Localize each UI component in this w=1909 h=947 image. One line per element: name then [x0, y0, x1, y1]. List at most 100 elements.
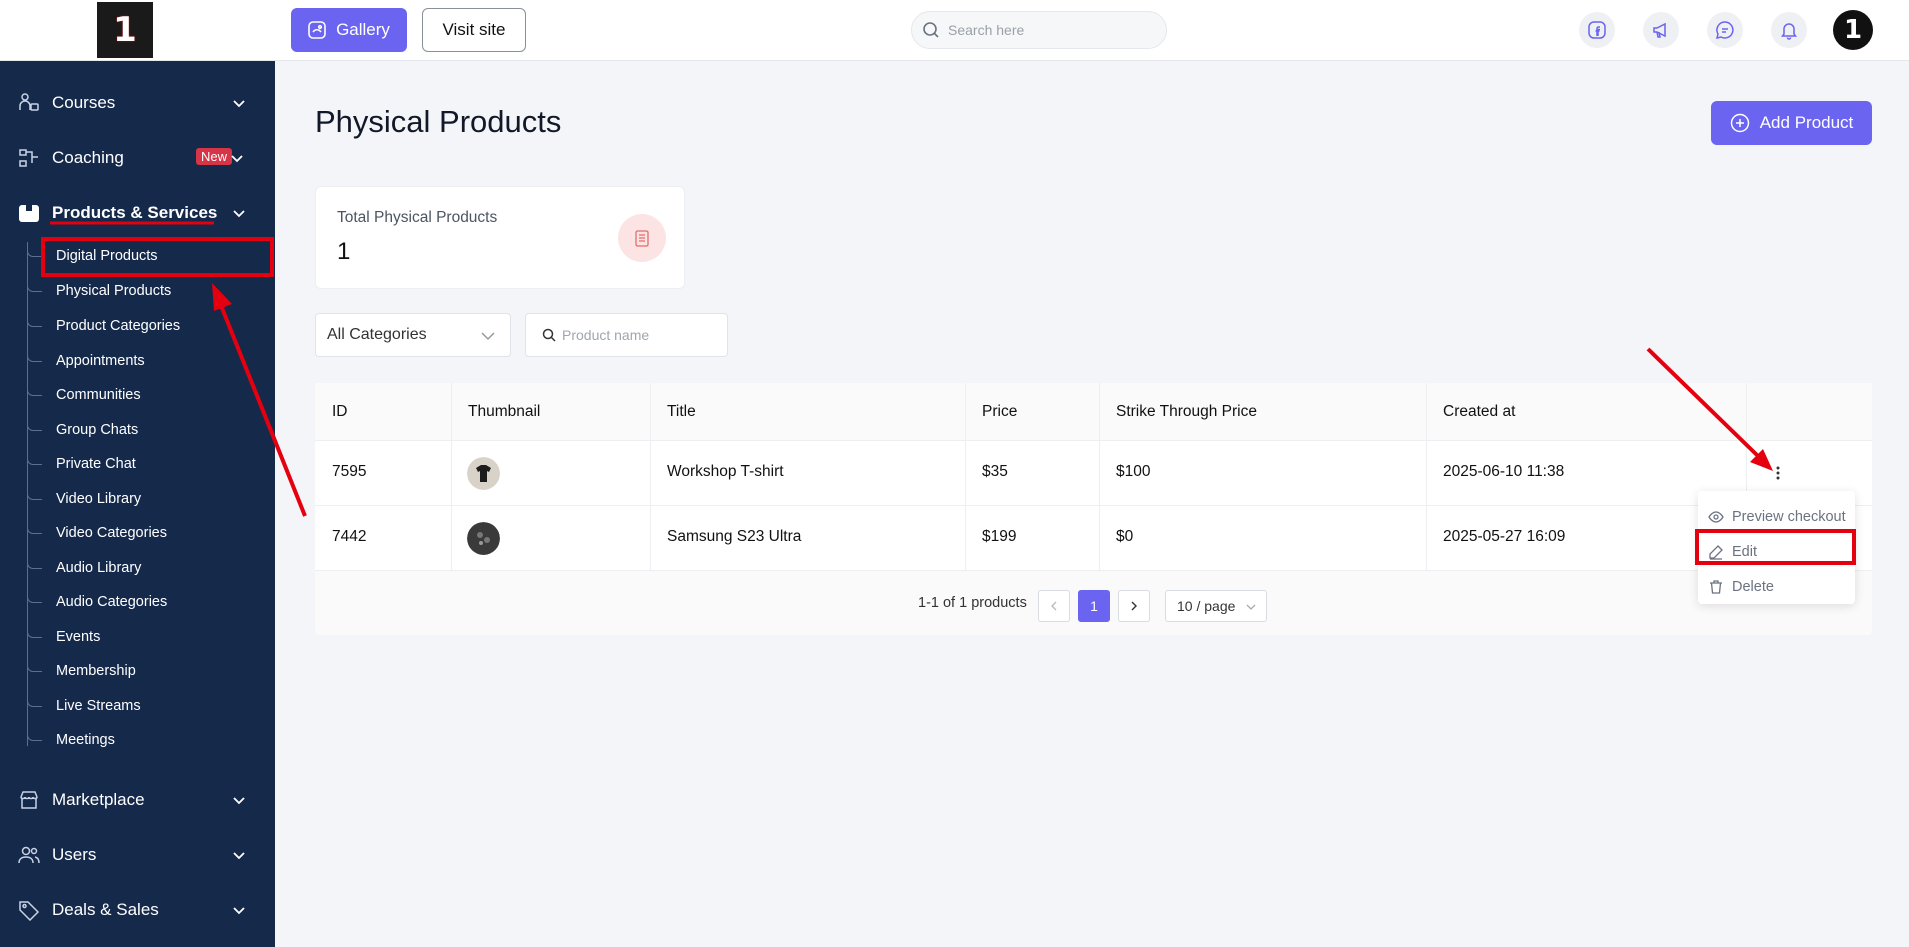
cell-title: Workshop T-shirt [667, 463, 784, 480]
table-row[interactable]: 7442 Samsung S23 Ultra $199 $0 2025-05-2… [315, 506, 1872, 571]
sidebar-subitem-product-categories[interactable]: Product Categories [26, 314, 180, 338]
gallery-icon [308, 21, 326, 39]
category-select-value: All Categories [327, 326, 427, 343]
sidebar-item-deals-sales[interactable]: Deals & Sales [0, 890, 275, 930]
sidebar-item-courses[interactable]: Courses [0, 83, 275, 123]
sidebar: 1 Courses Coaching New Products & Servic… [0, 0, 275, 947]
prev-page-button[interactable] [1038, 590, 1070, 622]
gallery-label: Gallery [336, 20, 390, 39]
row-actions-button[interactable] [1774, 463, 1782, 483]
sidebar-subitem-membership[interactable]: Membership [27, 659, 136, 683]
cell-title: Samsung S23 Ultra [667, 528, 802, 545]
gallery-button[interactable]: Gallery [291, 8, 407, 52]
visit-site-label: Visit site [442, 20, 506, 39]
table-row[interactable]: 7595 Workshop T-shirt $35 $100 2025-06-1… [315, 441, 1872, 506]
product-name-input[interactable] [562, 327, 722, 343]
cell-created-at: 2025-05-27 16:09 [1443, 528, 1566, 545]
menu-item-label: Delete [1732, 579, 1774, 595]
menu-item-edit[interactable]: Edit [1708, 540, 1757, 564]
add-product-button[interactable]: Add Product [1711, 101, 1872, 145]
page-size-select[interactable]: 10 / page [1165, 590, 1267, 622]
sidebar-subitem-live-streams[interactable]: Live Streams [27, 694, 141, 718]
avatar[interactable]: 1 [1833, 10, 1873, 50]
box-icon [18, 202, 40, 224]
page-title: Physical Products [315, 104, 562, 139]
sidebar-subitem-appointments[interactable]: Appointments [27, 349, 145, 373]
header-thumbnail: Thumbnail [468, 403, 541, 420]
tshirt-thumbnail-image [467, 457, 500, 490]
row-actions-menu: Preview checkout Edit Delete [1698, 491, 1855, 604]
sidebar-subitem-video-categories[interactable]: Video Categories [27, 521, 167, 545]
sidebar-subitem-digital-products[interactable]: Digital Products [27, 244, 158, 268]
search-icon [542, 328, 556, 342]
next-page-button[interactable] [1118, 590, 1150, 622]
visit-site-button[interactable]: Visit site [422, 8, 526, 52]
chevron-down-icon [231, 155, 243, 163]
pagination-summary: 1-1 of 1 products [918, 595, 1027, 611]
product-thumbnail [467, 457, 500, 490]
sidebar-subitem-communities[interactable]: Communities [27, 383, 141, 407]
logo-area: 1 [0, 0, 275, 61]
sidebar-subitem-events[interactable]: Events [26, 625, 100, 649]
header-created-at: Created at [1443, 403, 1516, 420]
cell-price: $199 [982, 528, 1017, 545]
chevron-down-icon [233, 100, 245, 108]
page-size-value: 10 / page [1177, 598, 1236, 614]
sidebar-item-label: Deals & Sales [52, 900, 159, 919]
phone-thumbnail-image [467, 522, 500, 555]
courses-icon [18, 92, 40, 114]
clipboard-icon [635, 230, 649, 247]
chevron-down-icon [481, 332, 495, 341]
notifications-button[interactable] [1771, 12, 1807, 48]
stat-icon-wrap [618, 214, 666, 262]
products-table: ID Thumbnail Title Price Strike Through … [315, 383, 1872, 635]
sidebar-subitem-audio-categories[interactable]: Audio Categories [26, 590, 167, 614]
column-divider [451, 383, 452, 570]
sidebar-item-users[interactable]: Users [0, 835, 275, 875]
sidebar-subitem-physical-products[interactable]: Physical Products [26, 279, 171, 303]
pagination: 1-1 of 1 products 1 10 / page [315, 570, 1872, 635]
sidebar-item-marketplace[interactable]: Marketplace [0, 780, 275, 820]
category-select[interactable]: All Categories [315, 313, 511, 357]
pencil-icon [1709, 545, 1723, 560]
chevron-down-icon [233, 907, 245, 915]
sidebar-item-label: Products & Services [52, 203, 218, 222]
sidebar-item-coaching[interactable]: Coaching New [0, 138, 275, 178]
header-id: ID [332, 403, 348, 420]
facebook-button[interactable] [1579, 12, 1615, 48]
sidebar-item-label: Users [52, 845, 97, 864]
sidebar-item-products-services[interactable]: Products & Services [0, 193, 275, 233]
column-divider [1426, 383, 1427, 570]
topbar: Gallery Visit site 1 [275, 0, 1909, 61]
sidebar-subitem-meetings[interactable]: Meetings [27, 728, 115, 752]
facebook-icon [1588, 21, 1606, 39]
sidebar-item-label: Courses [52, 93, 116, 112]
search-input[interactable] [948, 22, 1148, 38]
eye-icon [1708, 511, 1724, 523]
page-button[interactable]: 1 [1078, 590, 1110, 622]
bell-icon [1781, 23, 1797, 40]
menu-item-preview-checkout[interactable]: Preview checkout [1708, 505, 1846, 529]
sidebar-subitem-private-chat[interactable]: Private Chat [27, 452, 136, 476]
cell-strike-price: $100 [1116, 463, 1151, 480]
column-divider [965, 383, 966, 570]
cell-id: 7442 [332, 528, 367, 545]
sidebar-subitem-group-chats[interactable]: Group Chats [26, 418, 138, 442]
announcements-button[interactable] [1643, 12, 1679, 48]
stat-value: 1 [337, 238, 351, 265]
sidebar-subitem-video-library[interactable]: Video Library [26, 487, 141, 511]
store-icon [18, 789, 40, 811]
global-search[interactable] [911, 11, 1167, 49]
cell-created-at: 2025-06-10 11:38 [1443, 463, 1565, 480]
menu-item-delete[interactable]: Delete [1708, 575, 1774, 599]
product-search[interactable] [525, 313, 728, 357]
logo[interactable]: 1 [97, 2, 153, 58]
search-icon [923, 22, 939, 38]
cell-id: 7595 [332, 463, 367, 480]
plus-circle-icon [1730, 113, 1749, 133]
stat-label: Total Physical Products [337, 209, 498, 226]
messages-button[interactable] [1707, 12, 1743, 48]
megaphone-icon [1653, 22, 1666, 38]
cell-price: $35 [982, 463, 1008, 480]
sidebar-subitem-audio-library[interactable]: Audio Library [26, 556, 141, 580]
